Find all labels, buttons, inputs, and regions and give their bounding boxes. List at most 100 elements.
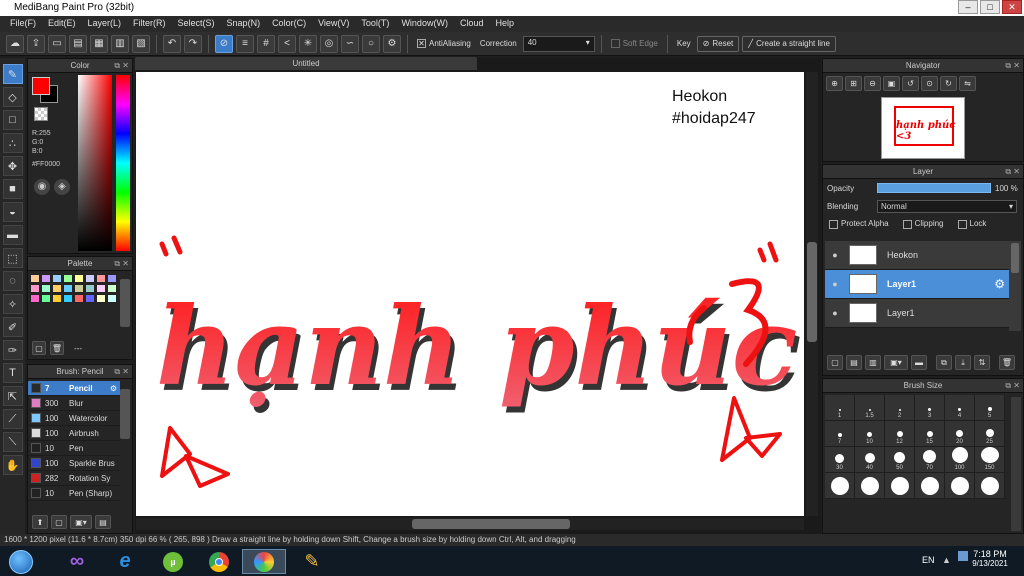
brush-size-cell[interactable]: 3 bbox=[915, 395, 945, 421]
rotate-right-icon[interactable]: ↻ bbox=[940, 76, 957, 91]
add-layer-menu-icon[interactable]: ▣▾ bbox=[884, 355, 908, 370]
rect-tool-icon[interactable]: □ bbox=[2, 110, 23, 130]
clock[interactable]: 7:18 PM 9/13/2021 bbox=[970, 549, 1010, 568]
palette-swatch[interactable] bbox=[74, 284, 84, 293]
chrome-icon[interactable] bbox=[200, 549, 238, 574]
brush-size-cell[interactable] bbox=[915, 473, 945, 499]
palette-swatch[interactable] bbox=[96, 294, 106, 303]
layout-icon[interactable]: ▥ bbox=[111, 34, 129, 53]
brush-scrollbar[interactable] bbox=[120, 389, 130, 439]
clipping-toggle[interactable]: Clipping bbox=[902, 219, 944, 229]
palette-swatch[interactable] bbox=[41, 294, 51, 303]
brush-size-cell[interactable]: 1 bbox=[825, 395, 855, 421]
eye-icon[interactable]: ● bbox=[825, 308, 845, 318]
brush-item[interactable]: 10 Pen bbox=[28, 441, 120, 456]
brush-size-cell[interactable]: 10 bbox=[855, 421, 885, 447]
palette-swatch[interactable] bbox=[107, 284, 117, 293]
share-icon[interactable]: ⇪ bbox=[27, 34, 45, 53]
menu-filter[interactable]: Filter(R) bbox=[127, 16, 172, 32]
palette-swatch[interactable] bbox=[52, 284, 62, 293]
palette-swatch[interactable] bbox=[74, 274, 84, 283]
brush-add-menu-icon[interactable]: ▣▾ bbox=[70, 515, 92, 529]
minimize-button[interactable]: – bbox=[958, 0, 978, 14]
palette-swatch[interactable] bbox=[107, 294, 117, 303]
new-halftone-layer-icon[interactable]: ▤ bbox=[846, 355, 862, 370]
menu-edit[interactable]: Edit(E) bbox=[42, 16, 82, 32]
palette-swatch[interactable] bbox=[41, 284, 51, 293]
folder-icon[interactable]: ▬ bbox=[911, 355, 927, 370]
brush-settings-icon[interactable]: ▤ bbox=[95, 515, 111, 529]
operation-tool-icon[interactable]: ⇱ bbox=[2, 386, 23, 406]
brush-size-cell[interactable]: 7 bbox=[825, 421, 855, 447]
brush-cloud-icon[interactable]: ⬆ bbox=[32, 515, 48, 529]
menu-cloud[interactable]: Cloud bbox=[454, 16, 490, 32]
new-palette-icon[interactable]: ▢ bbox=[32, 341, 46, 355]
medibang-taskbar-icon[interactable] bbox=[242, 549, 286, 574]
brush-size-cell[interactable]: 30 bbox=[825, 447, 855, 473]
blending-select[interactable]: Normal ▾ bbox=[877, 199, 1017, 213]
menu-view[interactable]: View(V) bbox=[312, 16, 355, 32]
palette-swatch[interactable] bbox=[85, 274, 95, 283]
palette-swatch[interactable] bbox=[107, 274, 117, 283]
zoom-in-icon[interactable]: ⊕ bbox=[826, 76, 843, 91]
menu-layer[interactable]: Layer(L) bbox=[82, 16, 128, 32]
hue-slider[interactable] bbox=[116, 75, 130, 251]
panel-close-icon[interactable]: ⧉ ✕ bbox=[114, 365, 129, 379]
hand-tool-icon[interactable]: ✋ bbox=[2, 455, 23, 475]
new-layer-icon[interactable]: ▢ bbox=[827, 355, 843, 370]
gradient-tool-icon[interactable]: ▬ bbox=[2, 225, 23, 245]
brush-size-cell[interactable] bbox=[855, 473, 885, 499]
palette-swatch[interactable] bbox=[63, 274, 73, 283]
menu-color[interactable]: Color(C) bbox=[266, 16, 312, 32]
palette-swatch[interactable] bbox=[96, 274, 106, 283]
vertical-scroll-thumb[interactable] bbox=[807, 242, 817, 342]
delete-palette-icon[interactable]: 🗑 bbox=[50, 341, 64, 355]
palette-swatch[interactable] bbox=[96, 284, 106, 293]
tray-arrow-icon[interactable]: ▲ bbox=[942, 555, 951, 565]
navigator-thumbnail[interactable]: hạnh phúc <3 bbox=[881, 97, 965, 159]
magic-wand-icon[interactable]: ✧ bbox=[2, 294, 23, 314]
panel-close-icon[interactable]: ⧉ ✕ bbox=[1005, 59, 1020, 73]
brush-size-cell[interactable]: 4 bbox=[945, 395, 975, 421]
brush-item[interactable]: 7 Pencil ⚙ bbox=[28, 381, 120, 396]
palette-swatch[interactable] bbox=[74, 294, 84, 303]
trash-icon[interactable]: 🗑 bbox=[999, 355, 1015, 370]
palette-swatch[interactable] bbox=[63, 284, 73, 293]
brush-tool-icon[interactable]: ✎ bbox=[2, 64, 23, 84]
layer-move-icon[interactable]: ⇅ bbox=[974, 355, 990, 370]
brush-size-cell[interactable]: 1.5 bbox=[855, 395, 885, 421]
palette-swatch[interactable] bbox=[30, 284, 40, 293]
visual-studio-icon[interactable]: ∞ bbox=[58, 549, 96, 574]
palette-swatch[interactable] bbox=[52, 274, 62, 283]
flip-icon[interactable]: ⇋ bbox=[959, 76, 976, 91]
clipping-checkbox[interactable] bbox=[902, 219, 912, 229]
vertical-scrollbar[interactable] bbox=[806, 72, 818, 516]
zoom-out-icon[interactable]: ⊖ bbox=[864, 76, 881, 91]
foreground-color-swatch-top[interactable] bbox=[32, 77, 50, 95]
palette-scrollbar[interactable] bbox=[120, 279, 130, 327]
brush-size-cell[interactable]: 40 bbox=[855, 447, 885, 473]
concentric-snap-icon[interactable]: ◎ bbox=[320, 34, 338, 53]
brush-size-scrollbar[interactable] bbox=[1011, 397, 1021, 531]
text-tool-icon[interactable]: T bbox=[2, 363, 23, 383]
brush-item[interactable]: 100 Airbrush bbox=[28, 426, 120, 441]
close-button[interactable]: ✕ bbox=[1002, 0, 1022, 14]
language-indicator[interactable]: EN bbox=[922, 555, 935, 565]
brush-size-cell[interactable] bbox=[945, 473, 975, 499]
document-icon[interactable]: ▦ bbox=[90, 34, 108, 53]
menu-help[interactable]: Help bbox=[489, 16, 520, 32]
brush-item[interactable]: 282 Rotation Sy bbox=[28, 471, 120, 486]
brush-size-cell[interactable]: 70 bbox=[915, 447, 945, 473]
fill-rect-tool-icon[interactable]: ■ bbox=[2, 179, 23, 199]
maximize-button[interactable]: □ bbox=[980, 0, 1000, 14]
menu-file[interactable]: File(F) bbox=[4, 16, 42, 32]
layer-row[interactable]: ● Layer1 ⚙ bbox=[825, 270, 1009, 299]
select-eraser-icon[interactable]: ✑ bbox=[2, 340, 23, 360]
brush-size-cell[interactable] bbox=[825, 473, 855, 499]
chat-icon[interactable]: ▤ bbox=[69, 34, 87, 53]
cloud-icon[interactable]: ☁ bbox=[6, 34, 24, 53]
move-tool-icon[interactable]: ✥ bbox=[2, 156, 23, 176]
palette-swatch[interactable] bbox=[41, 274, 51, 283]
menu-tool[interactable]: Tool(T) bbox=[355, 16, 395, 32]
protect-alpha-toggle[interactable]: Protect Alpha bbox=[829, 219, 889, 229]
